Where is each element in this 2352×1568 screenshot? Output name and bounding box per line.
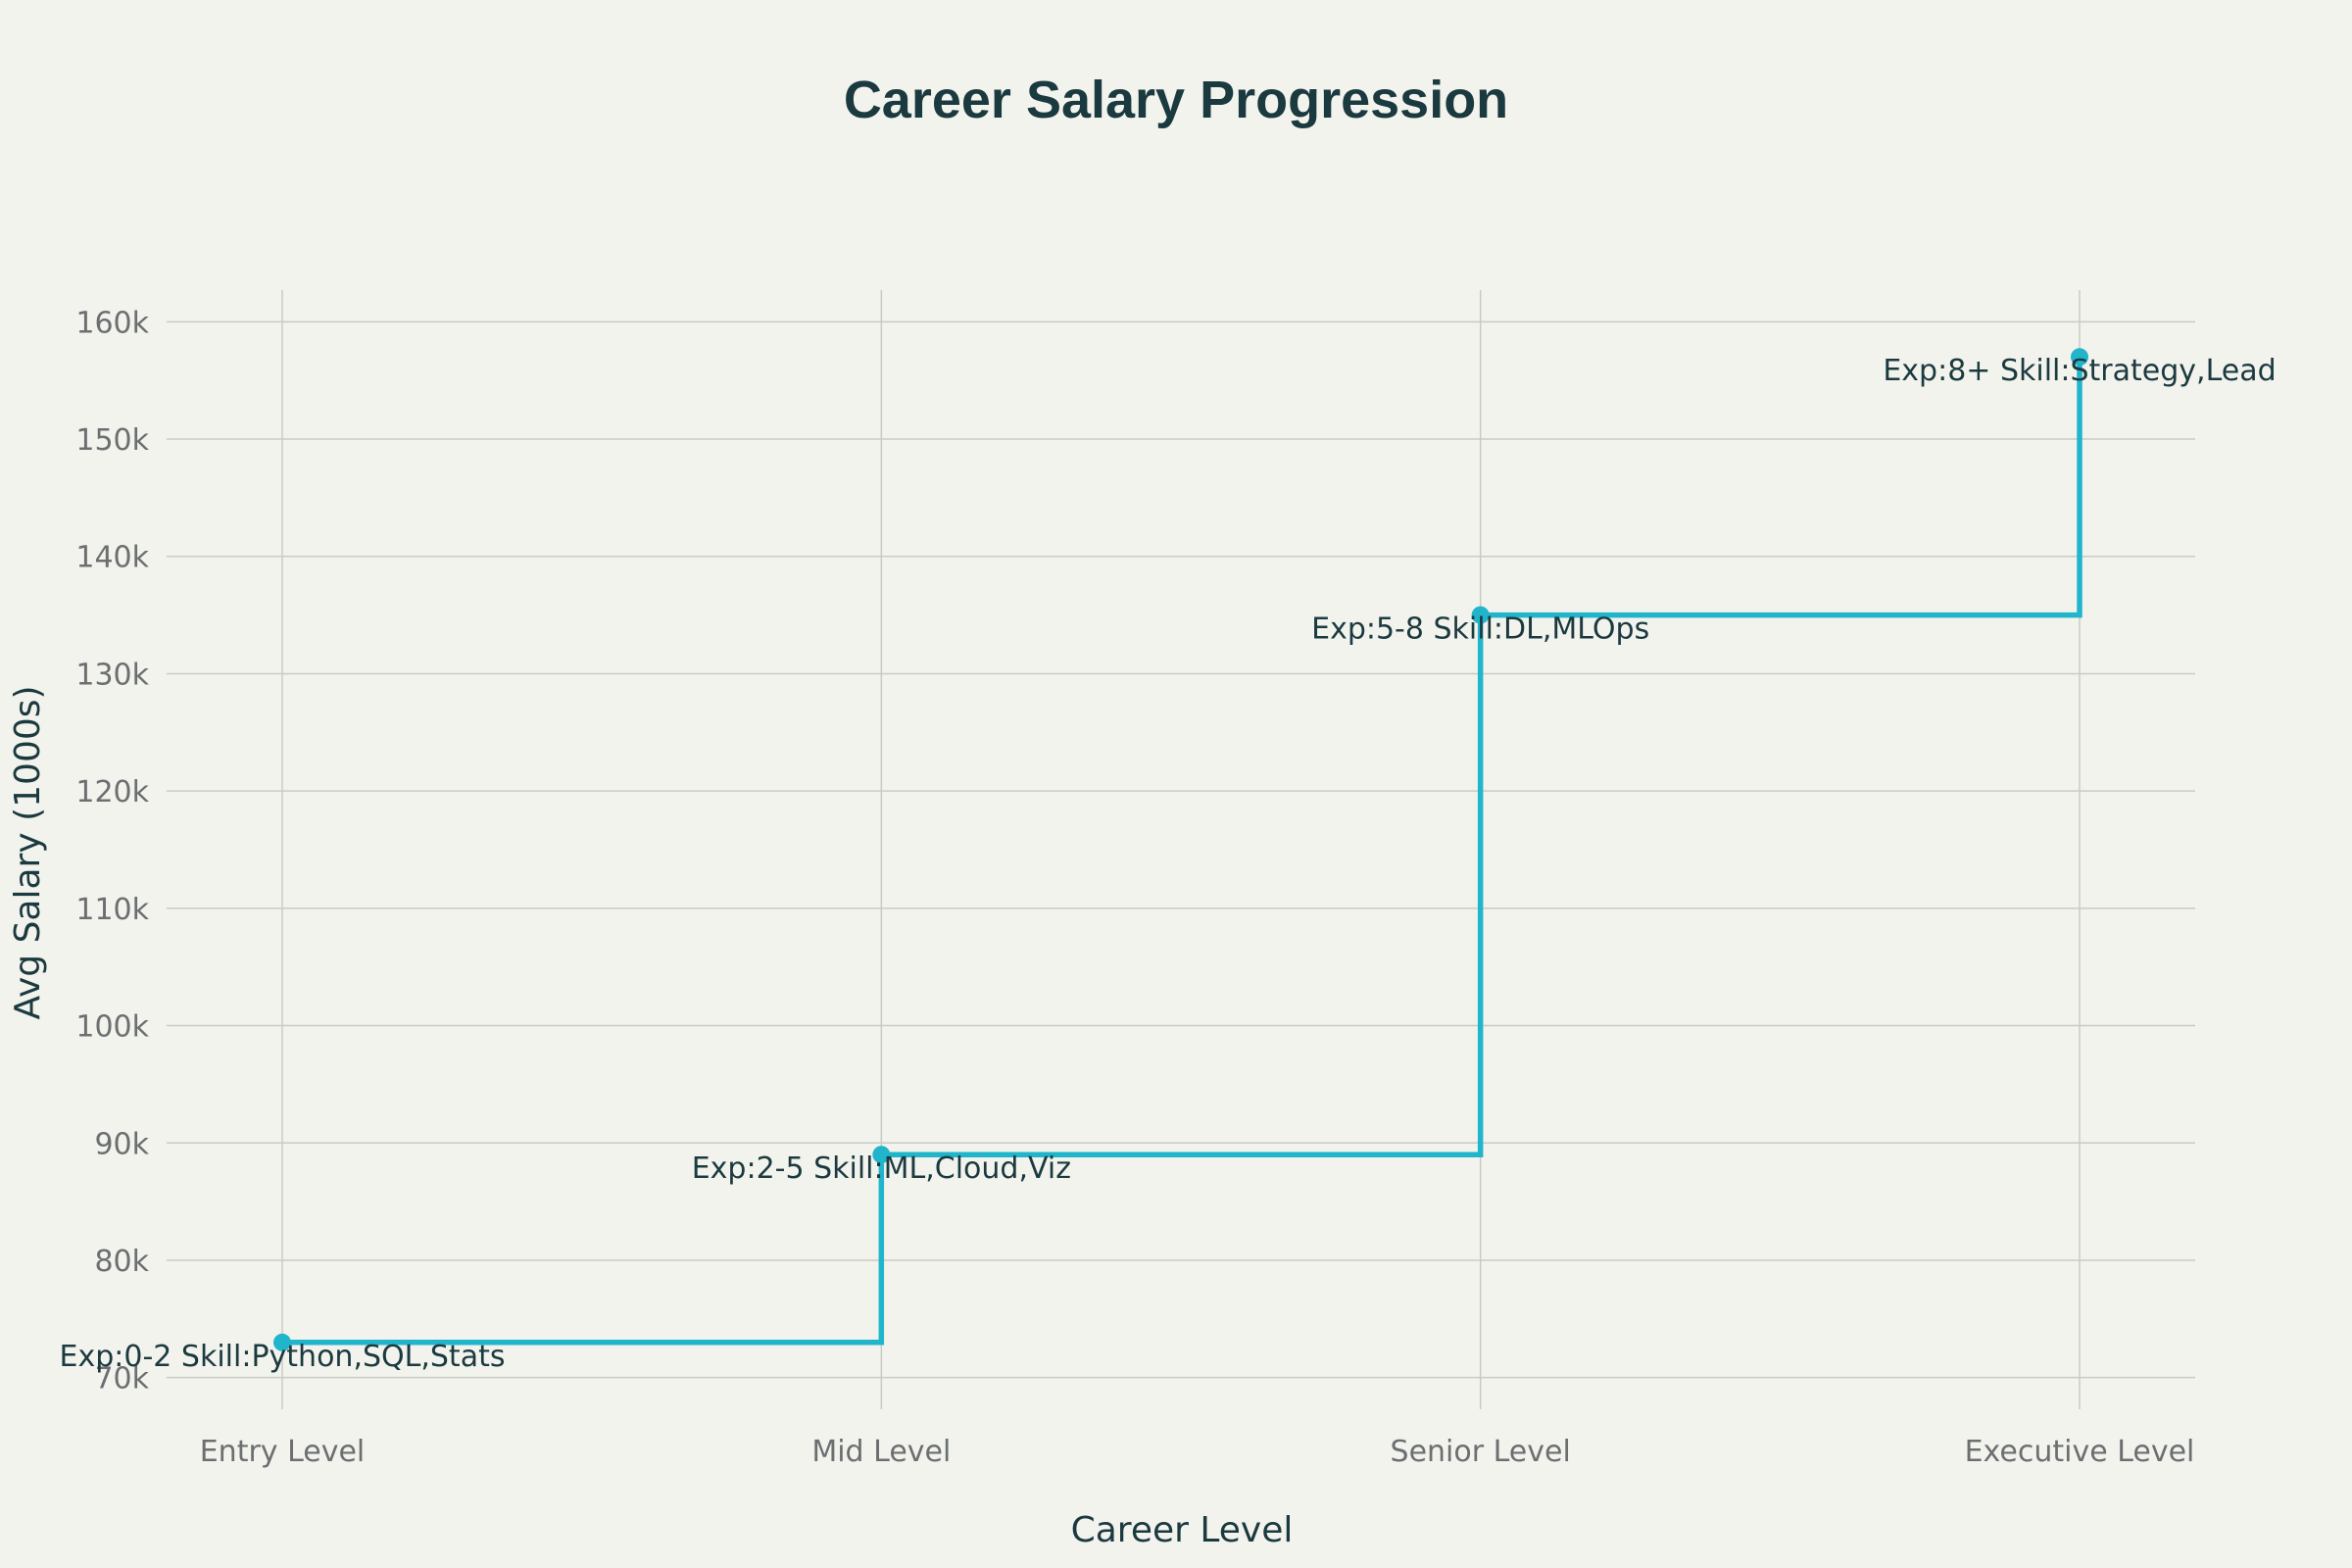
grid-layer [167,290,2195,1409]
y-tick-label: 120k [75,775,149,809]
y-tick-label: 90k [94,1127,149,1161]
y-tick-label: 130k [75,658,149,692]
step-line-chart: Career Salary Progression 70k80k90k100k1… [8,71,2277,1550]
chart-container: Career Salary Progression 70k 80k 90k 100k 1… [0,0,2352,1568]
x-tick-label: Entry Level [200,1435,366,1469]
chart-title: Career Salary Progression [844,71,1508,129]
y-tick-label: 80k [94,1245,149,1279]
y-axis-label: Avg Salary (1000s) [8,685,48,1019]
data-label: Exp:5-8 Skill:DL,MLOps [1311,612,1649,647]
y-tick-label: 110k [75,893,149,927]
x-tick-label: Mid Level [811,1435,951,1469]
y-tick-label: 100k [75,1010,149,1045]
data-label-layer: Exp:0-2 Skill:Python,SQL,Stats Exp:2-5 Sk… [60,354,2277,1374]
series-line [282,357,2082,1346]
series-layer [273,348,2088,1351]
x-axis-label: Career Level [1071,1510,1294,1550]
data-label: Exp:8+ Skill:Strategy,Lead [1883,354,2276,388]
y-tick-label: 160k [75,306,149,340]
tick-layer: 70k80k90k100k110k120k130k140k150k160kEnt… [75,306,2194,1469]
y-tick-label: 140k [75,541,149,575]
data-label: Exp:2-5 Skill:ML,Cloud,Viz [692,1152,1071,1186]
x-tick-label: Executive Level [1965,1435,2195,1469]
y-tick-label: 150k [75,423,149,458]
data-label: Exp:0-2 Skill:Python,SQL,Stats [60,1340,506,1374]
x-tick-label: Senior Level [1391,1435,1571,1469]
